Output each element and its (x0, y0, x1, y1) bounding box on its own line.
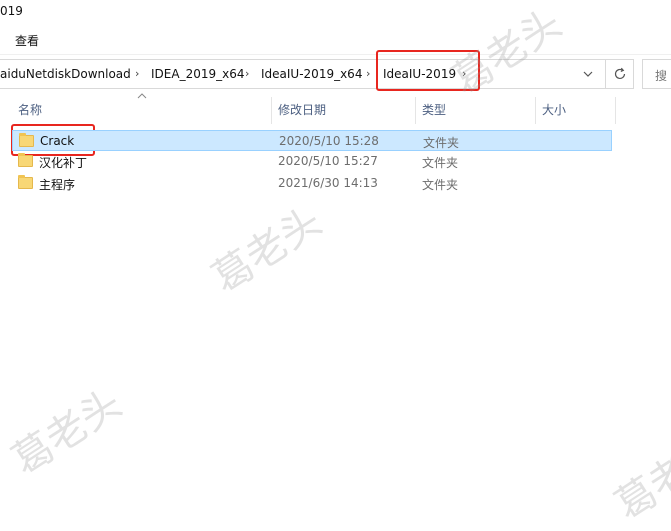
folder-icon (18, 153, 33, 167)
folder-icon (19, 133, 34, 147)
file-date: 2020/5/10 15:27 (278, 154, 378, 168)
breadcrumb-item[interactable]: IdeaIU-2019_x64 (261, 67, 362, 81)
file-row-main-program[interactable]: 主程序 2021/6/30 14:13 文件夹 (12, 173, 612, 194)
breadcrumb-chevron-icon[interactable]: › (366, 67, 370, 80)
file-name: 主程序 (39, 178, 76, 192)
file-name: 汉化补丁 (39, 156, 88, 170)
address-bar[interactable]: aiduNetdiskDownload › IDEA_2019_x64 › Id… (0, 59, 606, 89)
file-date: 2021/6/30 14:13 (278, 176, 378, 190)
file-type: 文件夹 (422, 156, 459, 170)
column-header-size[interactable]: 大小 (542, 97, 566, 124)
search-placeholder: 搜 (655, 69, 668, 83)
file-row-chinese-patch[interactable]: 汉化补丁 2020/5/10 15:27 文件夹 (12, 151, 612, 172)
refresh-icon (614, 67, 625, 80)
column-header-type[interactable]: 类型 (422, 97, 446, 124)
breadcrumb-chevron-icon[interactable]: › (245, 67, 249, 80)
window-title-bar: 019 (0, 0, 671, 24)
column-header-name[interactable]: 名称 (18, 97, 42, 124)
breadcrumb-chevron-icon[interactable]: › (462, 67, 466, 80)
window-title: 019 (0, 4, 23, 18)
watermark: 葛老头 (607, 425, 671, 530)
breadcrumb-chevron-icon[interactable]: › (135, 67, 139, 80)
search-input[interactable]: 搜 (642, 59, 671, 89)
ribbon-tab-view[interactable]: 查看 (15, 32, 39, 49)
column-divider[interactable] (535, 97, 536, 124)
breadcrumb-item-current[interactable]: IdeaIU-2019 (383, 67, 456, 81)
column-divider[interactable] (271, 97, 272, 124)
refresh-button[interactable] (606, 59, 634, 89)
column-divider[interactable] (415, 97, 416, 124)
folder-icon (18, 175, 33, 189)
chevron-down-icon[interactable] (580, 65, 596, 83)
watermark: 葛老头 (4, 380, 131, 485)
watermark: 葛老头 (204, 198, 331, 303)
sort-ascending-icon (137, 91, 147, 102)
file-date: 2020/5/10 15:28 (279, 134, 379, 148)
ribbon: 查看 (0, 26, 671, 55)
column-header-date[interactable]: 修改日期 (278, 97, 326, 124)
file-row-crack[interactable]: Crack 2020/5/10 15:28 文件夹 (12, 130, 612, 151)
file-type: 文件夹 (422, 178, 459, 192)
breadcrumb-item[interactable]: IDEA_2019_x64 (151, 67, 244, 81)
column-divider[interactable] (615, 97, 616, 124)
file-name: Crack (40, 134, 75, 148)
breadcrumb-item[interactable]: aiduNetdiskDownload (0, 67, 131, 81)
file-type: 文件夹 (423, 136, 460, 150)
